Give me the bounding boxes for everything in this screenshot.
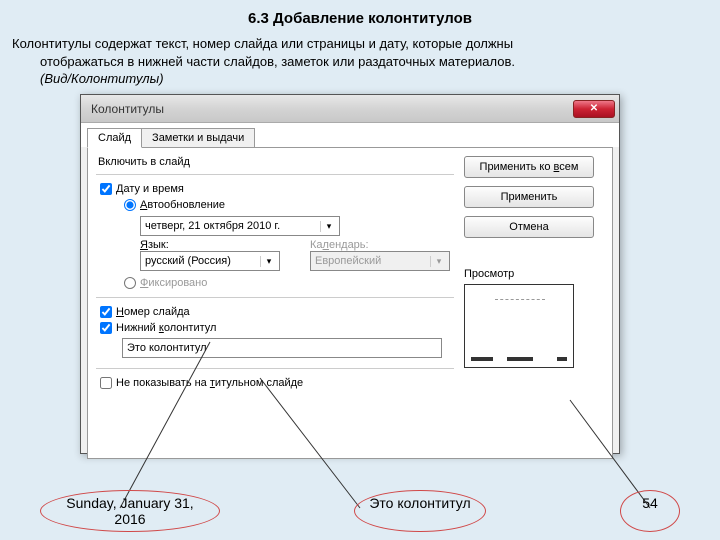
preview-label: Просмотр: [464, 268, 604, 280]
calendar-label: Календарь:: [310, 239, 450, 251]
tab-content: Включить в слайд Дату и время Автообновл…: [87, 147, 613, 459]
tab-slide[interactable]: Слайд: [87, 128, 142, 148]
slidenum-label: Номер слайда: [116, 306, 190, 318]
desc-line: (Вид/Колонтитулы): [40, 71, 164, 86]
fixed-radio[interactable]: [124, 277, 136, 289]
footer-page: 54: [620, 490, 680, 532]
cancel-button[interactable]: Отмена: [464, 216, 594, 238]
tab-strip: Слайд Заметки и выдачи: [81, 123, 619, 147]
section-title: 6.3 Добавление колонтитулов: [0, 0, 720, 35]
datetime-checkbox[interactable]: [100, 183, 112, 195]
noshow-title-checkbox[interactable]: [100, 377, 112, 389]
preview-thumbnail: [464, 284, 574, 368]
footer-date: Sunday, January 31, 2016: [40, 490, 220, 532]
header-footer-dialog: Колонтитулы ✕ Слайд Заметки и выдачи Вкл…: [80, 94, 620, 454]
titlebar[interactable]: Колонтитулы ✕: [81, 95, 619, 123]
dialog-title: Колонтитулы: [91, 102, 573, 116]
fixed-label: Фиксировано: [140, 277, 207, 289]
desc-line: Колонтитулы содержат текст, номер слайда…: [12, 36, 513, 51]
date-format-dropdown[interactable]: четверг, 21 октября 2010 г.: [140, 216, 340, 236]
close-button[interactable]: ✕: [573, 100, 615, 118]
noshow-title-label: Не показывать на титульном слайде: [116, 377, 303, 389]
auto-label: Автообновление: [140, 199, 225, 211]
apply-all-button[interactable]: Применить ко всем: [464, 156, 594, 178]
footer-label: Нижний колонтитул: [116, 322, 216, 334]
apply-button[interactable]: Применить: [464, 186, 594, 208]
footer-center: Это колонтитул: [354, 490, 485, 532]
description: Колонтитулы содержат текст, номер слайда…: [0, 35, 720, 88]
calendar-dropdown: Европейский: [310, 251, 450, 271]
footer-checkbox[interactable]: [100, 322, 112, 334]
lang-label: Язык:: [140, 239, 280, 251]
slide-footer: Sunday, January 31, 2016 Это колонтитул …: [0, 490, 720, 532]
include-label: Включить в слайд: [96, 156, 454, 168]
lang-dropdown[interactable]: русский (Россия): [140, 251, 280, 271]
desc-line: отображаться в нижней части слайдов, зам…: [12, 53, 708, 71]
tab-notes[interactable]: Заметки и выдачи: [141, 128, 255, 148]
footer-input[interactable]: [122, 338, 442, 358]
slidenum-checkbox[interactable]: [100, 306, 112, 318]
datetime-label: Дату и время: [116, 183, 184, 195]
auto-radio[interactable]: [124, 199, 136, 211]
